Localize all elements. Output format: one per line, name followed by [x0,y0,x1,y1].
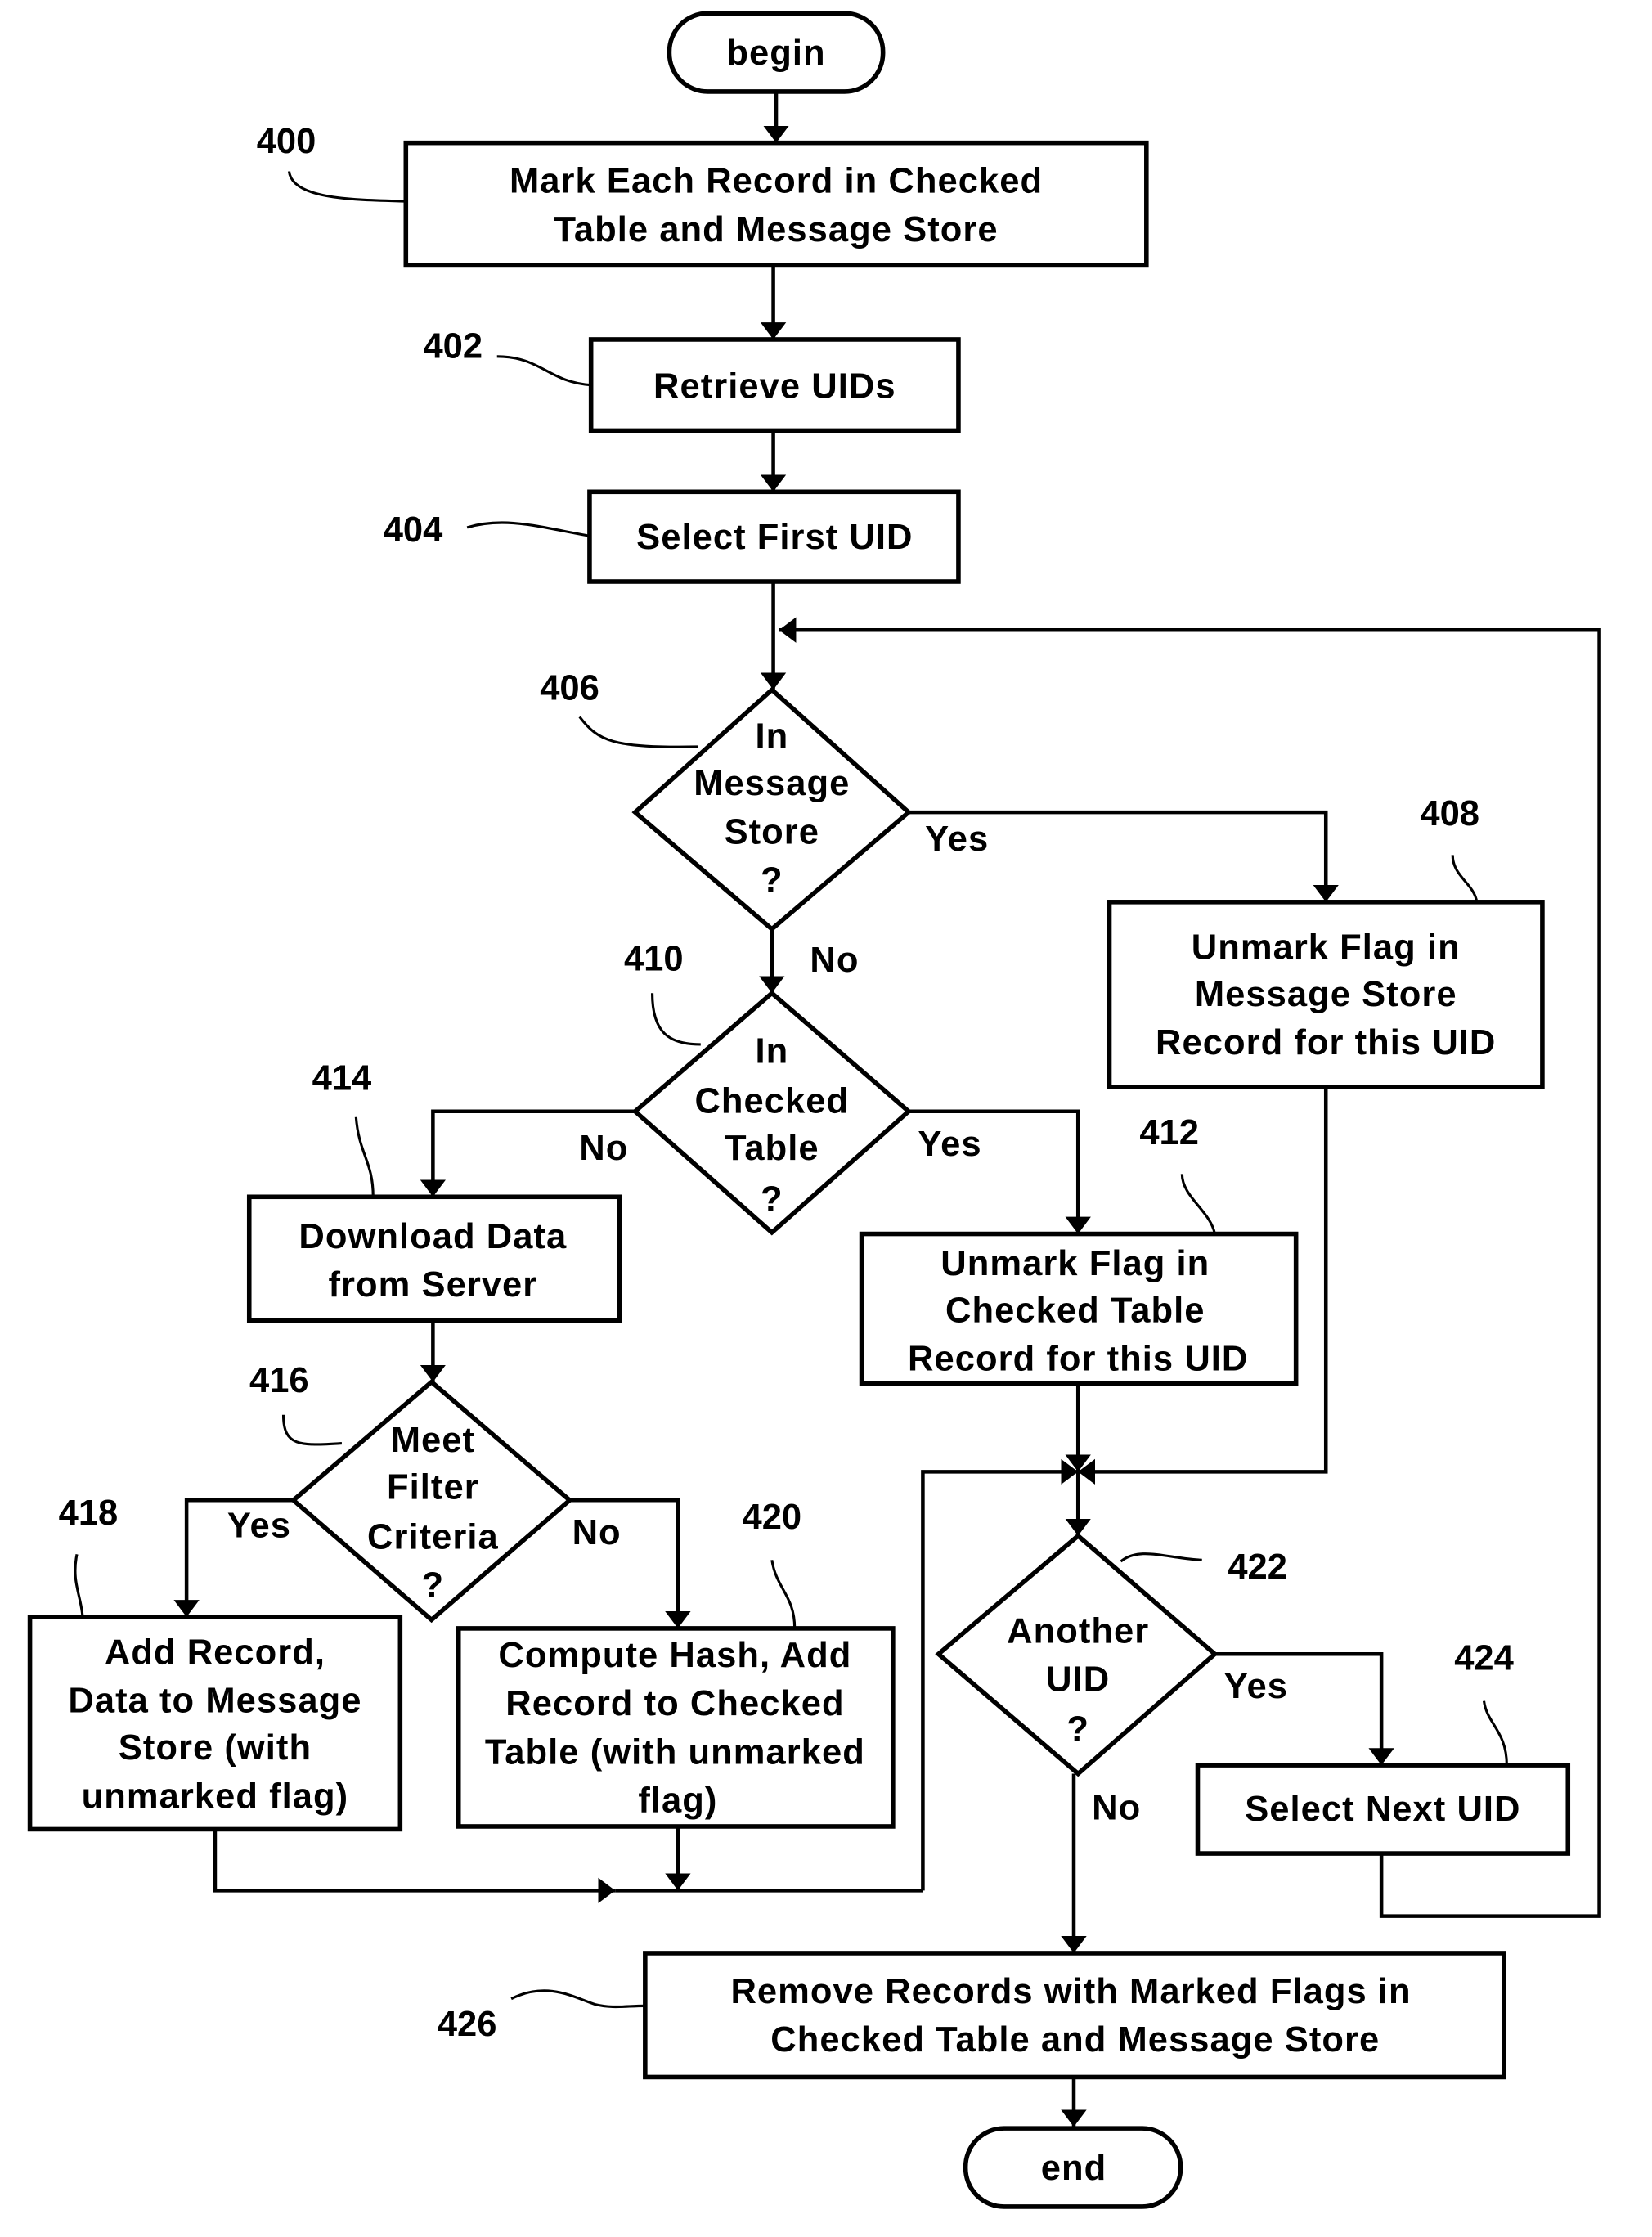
leader-416 [281,1414,343,1446]
leader-400 [287,171,406,203]
ref-label: 416 [249,1361,309,1400]
node-406: In Message Store ? 406 [540,669,913,932]
node-text: Checked Table [945,1291,1205,1331]
ref-label: 408 [1420,794,1479,833]
node-420: Compute Hash, Add Record to Checked Tabl… [456,1498,896,1829]
node-404: Select First UID 404 [384,489,961,584]
node-text: Data to Message [68,1682,361,1721]
ref-label: 402 [423,327,483,366]
ref-label: 414 [312,1059,372,1098]
node-text: Store [725,812,819,851]
node-text: ? [1066,1709,1089,1749]
node-text: Record to Checked [505,1684,844,1723]
ref-label: 418 [59,1494,119,1533]
node-text: from Server [328,1265,537,1305]
flowchart-diagram: Yes No Yes No Yes No Yes No begin Mark E… [27,11,1601,2209]
node-text: Table and Message Store [554,210,998,249]
edge-label-410-no: No [579,1129,628,1168]
leader-410 [650,993,701,1046]
node-text: end [1041,2149,1107,2188]
leader-422 [1120,1552,1202,1563]
node-end: end [963,2126,1183,2209]
leader-424 [1482,1700,1508,1766]
node-text: In [755,1032,788,1071]
node-text: Meet [391,1421,475,1460]
node-text: Record for this UID [1156,1023,1496,1062]
ref-label: 406 [540,669,599,708]
edge-label-422-yes: Yes [1224,1667,1288,1706]
node-text: Remove Records with Marked Flags in [730,1972,1411,2011]
node-text: Mark Each Record in Checked [510,162,1043,201]
node-text: Record for this UID [908,1340,1248,1379]
node-text: In [755,717,788,757]
node-text: Checked [694,1082,849,1121]
node-416: Meet Filter Criteria ? 416 [249,1361,573,1624]
leader-418 [74,1554,84,1618]
node-text: Table [725,1129,819,1168]
node-text: Select First UID [636,518,913,557]
node-text: ? [761,861,783,901]
node-text: Add Record, [105,1633,325,1672]
ref-label: 426 [438,2005,497,2044]
node-text: Another [1007,1611,1149,1651]
edge-label-406-yes: Yes [925,820,989,859]
ref-label: 410 [624,939,684,978]
node-begin: begin [667,11,886,94]
node-text: Table (with unmarked [485,1732,865,1772]
node-text: ? [761,1180,783,1220]
node-402: Retrieve UIDs 402 [423,327,961,433]
node-text: Message [694,764,850,803]
ref-label: 422 [1228,1547,1287,1587]
edge-label-416-no: No [572,1513,622,1552]
edge-label-406-no: No [810,941,859,980]
node-text: Retrieve UIDs [653,366,896,406]
node-text: Unmark Flag in [940,1244,1210,1283]
leader-414 [354,1116,375,1197]
node-text: Criteria [367,1517,499,1556]
ref-label: 424 [1454,1638,1514,1678]
node-text: flag) [638,1781,717,1821]
leader-412 [1180,1174,1216,1234]
node-text: Unmark Flag in [1192,928,1461,967]
leader-402 [496,355,591,387]
leader-426 [510,1989,645,2009]
edge-label-410-yes: Yes [918,1125,981,1164]
leader-406 [578,716,698,748]
node-text: Store (with [119,1728,312,1768]
connector-418-to-merge [213,1829,616,1903]
node-text: Filter [387,1467,479,1507]
leader-408 [1451,855,1479,903]
node-text: Download Data [299,1217,567,1256]
edge-label-422-no: No [1092,1788,1141,1827]
node-text: Compute Hash, Add [498,1636,851,1675]
ref-label: 404 [384,510,443,550]
node-text: Message Store [1195,975,1457,1014]
node-text: Select Next UID [1245,1790,1520,1829]
node-426: Remove Records with Marked Flags in Chec… [438,1951,1506,2080]
ref-label: 412 [1139,1113,1199,1152]
ref-label: 420 [743,1498,802,1537]
ref-label: 400 [257,122,316,161]
node-text: ? [422,1566,445,1606]
node-text: unmarked flag) [82,1777,349,1816]
leader-404 [466,521,590,537]
node-text: begin [726,34,825,73]
node-400: Mark Each Record in Checked Table and Me… [257,122,1149,268]
edge-label-416-yes: Yes [227,1506,291,1545]
node-text: Checked Table and Message Store [770,2020,1380,2060]
leader-420 [770,1560,797,1628]
node-410: In Checked Table ? 410 [624,939,913,1236]
node-text: UID [1046,1660,1110,1700]
